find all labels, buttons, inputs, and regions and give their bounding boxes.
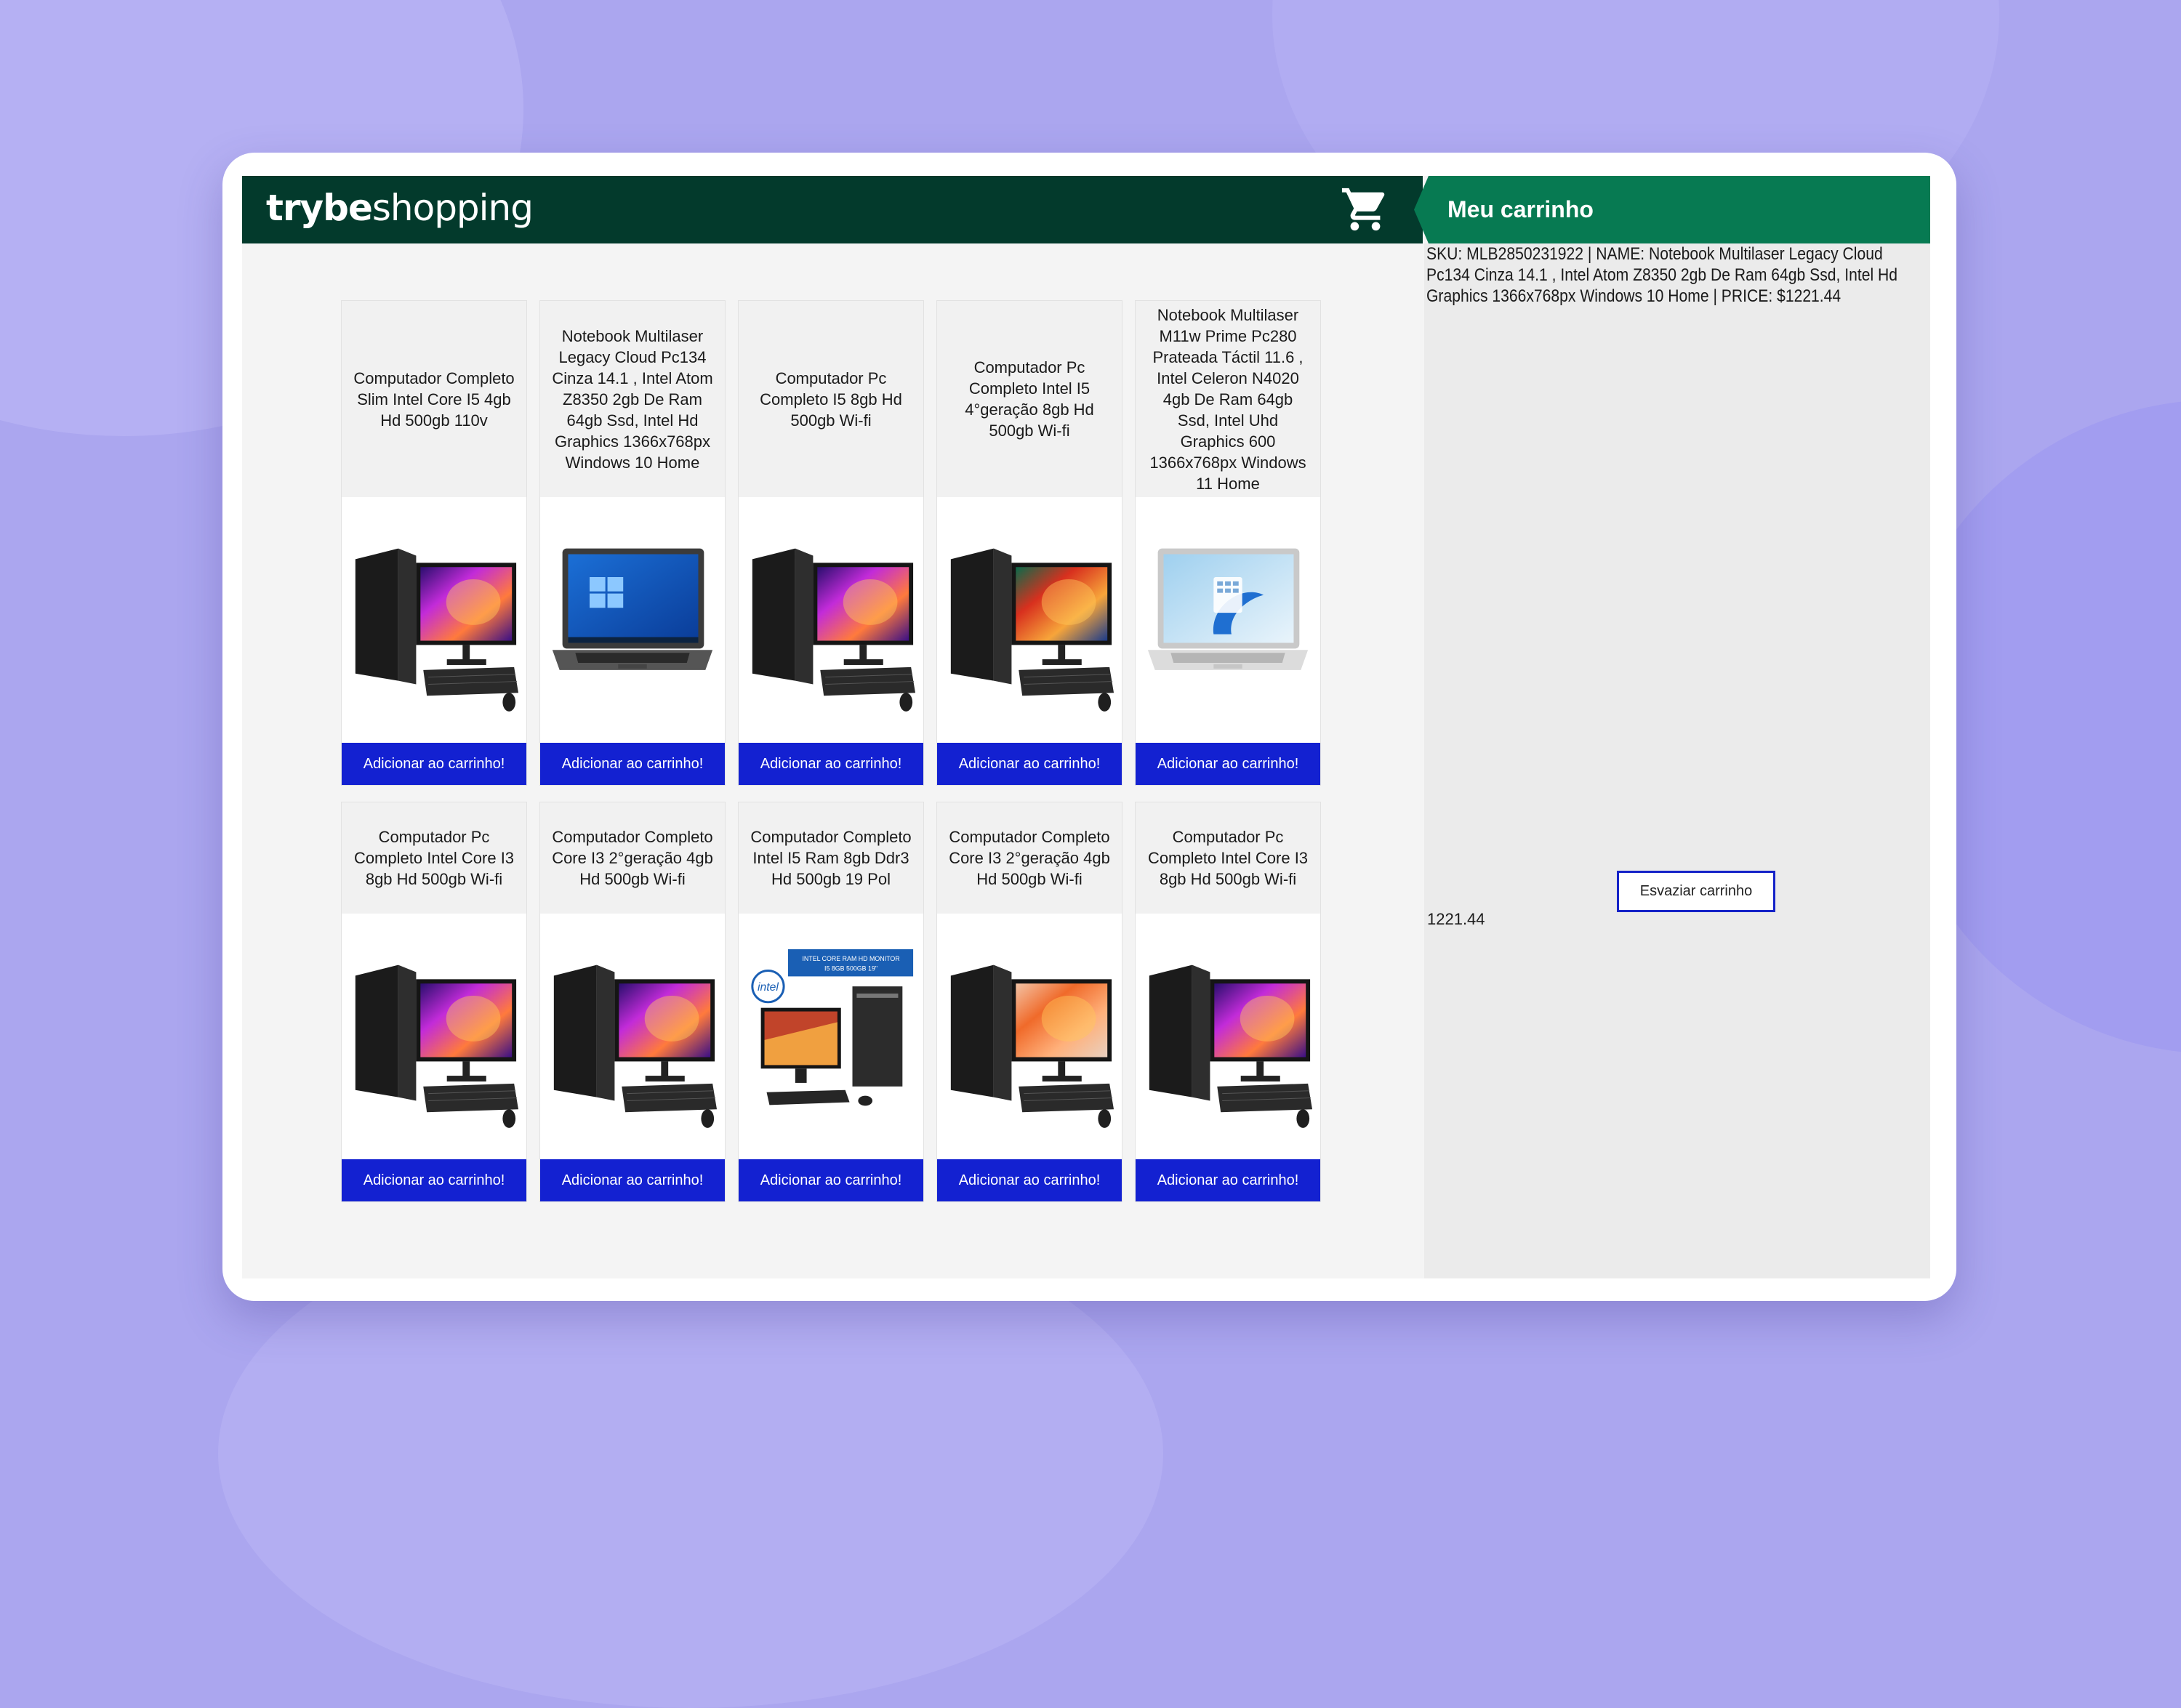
product-title: Computador Completo Intel I5 Ram 8gb Ddr… <box>750 828 912 888</box>
add-to-cart-button[interactable]: Adicionar ao carrinho! <box>937 743 1122 785</box>
product-image <box>1136 914 1320 1159</box>
product-title-area: Computador Pc Completo Intel Core I3 8gb… <box>1136 802 1320 914</box>
product-title-area: Computador Pc Completo Intel I5 4°geraçã… <box>937 301 1122 497</box>
product-image <box>739 497 923 743</box>
product-title: Computador Completo Core I3 2°geração 4g… <box>552 828 713 888</box>
product-title-area: Notebook Multilaser M11w Prime Pc280 Pra… <box>1136 301 1320 497</box>
product-image <box>540 914 725 1159</box>
empty-cart-button[interactable]: Esvaziar carrinho <box>1617 871 1775 912</box>
top-bar: trybeshopping <box>242 176 1423 243</box>
product-title: Notebook Multilaser Legacy Cloud Pc134 C… <box>552 326 713 472</box>
product-title: Computador Pc Completo Intel Core I3 8gb… <box>353 828 515 888</box>
add-to-cart-button[interactable]: Adicionar ao carrinho! <box>342 743 526 785</box>
product-card: Computador Completo Core I3 2°geração 4g… <box>539 802 726 1202</box>
cart-item[interactable]: SKU: MLB2850231922 | NAME: Notebook Mult… <box>1426 243 1928 307</box>
product-card: Notebook Multilaser Legacy Cloud Pc134 C… <box>539 300 726 786</box>
add-to-cart-button[interactable]: Adicionar ao carrinho! <box>1136 1159 1320 1201</box>
product-picture: INTEL CORE RAM HD MONITOR I5 8GB 500GB 19… <box>751 949 914 1106</box>
add-to-cart-button[interactable]: Adicionar ao carrinho! <box>739 743 923 785</box>
product-title: Computador Pc Completo Intel Core I3 8gb… <box>1147 828 1309 888</box>
shopping-cart-icon[interactable] <box>1340 183 1391 235</box>
product-card: Notebook Multilaser M11w Prime Pc280 Pra… <box>1135 300 1321 786</box>
product-card: Computador Pc Completo I5 8gb Hd 500gb W… <box>738 300 924 786</box>
product-image <box>937 497 1122 743</box>
product-image <box>1136 497 1320 743</box>
product-image <box>342 914 526 1159</box>
product-grid: Computador Completo Slim Intel Core I5 4… <box>341 300 1337 1202</box>
product-title-area: Computador Pc Completo Intel Core I3 8gb… <box>342 802 526 914</box>
product-title: Computador Completo Slim Intel Core I5 4… <box>353 368 515 430</box>
product-title: Computador Pc Completo I5 8gb Hd 500gb W… <box>760 368 902 430</box>
brand-name-bold: trybe <box>266 187 373 229</box>
product-card: Computador Pc Completo Intel I5 4°geraçã… <box>936 300 1122 786</box>
intel-logo: intel <box>758 981 779 994</box>
banner-specs-line2: I5 8GB 500GB 19" <box>824 965 877 972</box>
banner-specs-line1: INTEL CORE RAM HD MONITOR <box>802 955 899 962</box>
product-card: Computador Completo Slim Intel Core I5 4… <box>341 300 527 786</box>
product-title: Notebook Multilaser M11w Prime Pc280 Pra… <box>1149 305 1306 493</box>
cart-title: Meu carrinho <box>1447 196 1594 222</box>
app-window: trybeshopping Meu carrinho SKU: MLB28502… <box>242 176 1930 1278</box>
product-picture <box>355 548 519 712</box>
add-to-cart-button[interactable]: Adicionar ao carrinho! <box>342 1159 526 1201</box>
product-image <box>937 914 1122 1159</box>
add-to-cart-button[interactable]: Adicionar ao carrinho! <box>540 743 725 785</box>
cart-panel: SKU: MLB2850231922 | NAME: Notebook Mult… <box>1424 243 1930 1278</box>
cart-total: 1221.44 <box>1427 910 1485 928</box>
product-title-area: Computador Completo Core I3 2°geração 4g… <box>540 802 725 914</box>
product-title-area: Computador Pc Completo I5 8gb Hd 500gb W… <box>739 301 923 497</box>
product-image <box>342 497 526 743</box>
product-picture <box>950 964 1114 1128</box>
product-title-area: Computador Completo Slim Intel Core I5 4… <box>342 301 526 497</box>
product-image <box>540 497 725 743</box>
product-title: Computador Completo Core I3 2°geração 4g… <box>949 828 1110 888</box>
product-title-area: Notebook Multilaser Legacy Cloud Pc134 C… <box>540 301 725 497</box>
add-to-cart-button[interactable]: Adicionar ao carrinho! <box>937 1159 1122 1201</box>
product-picture <box>1149 964 1313 1128</box>
product-card: Computador Pc Completo Intel Core I3 8gb… <box>1135 802 1321 1202</box>
product-picture <box>355 964 519 1128</box>
product-picture <box>752 548 916 712</box>
product-image: INTEL CORE RAM HD MONITOR I5 8GB 500GB 19… <box>739 914 923 1159</box>
product-title-area: Computador Completo Core I3 2°geração 4g… <box>937 802 1122 914</box>
add-to-cart-button[interactable]: Adicionar ao carrinho! <box>739 1159 923 1201</box>
add-to-cart-button[interactable]: Adicionar ao carrinho! <box>540 1159 725 1201</box>
product-picture <box>1147 548 1309 670</box>
product-picture <box>552 548 713 670</box>
product-card: Computador Completo Core I3 2°geração 4g… <box>936 802 1122 1202</box>
brand-name-light: shopping <box>371 187 534 229</box>
cart-header: Meu carrinho <box>1414 176 1930 243</box>
product-picture <box>950 548 1114 712</box>
product-title: Computador Pc Completo Intel I5 4°geraçã… <box>965 358 1094 440</box>
product-card: Computador Completo Intel I5 Ram 8gb Ddr… <box>738 802 924 1202</box>
product-card: Computador Pc Completo Intel Core I3 8gb… <box>341 802 527 1202</box>
app-frame: trybeshopping Meu carrinho SKU: MLB28502… <box>222 153 1956 1301</box>
product-picture <box>553 964 718 1128</box>
brand-logo[interactable]: trybeshopping <box>266 186 534 230</box>
add-to-cart-button[interactable]: Adicionar ao carrinho! <box>1136 743 1320 785</box>
product-title-area: Computador Completo Intel I5 Ram 8gb Ddr… <box>739 802 923 914</box>
